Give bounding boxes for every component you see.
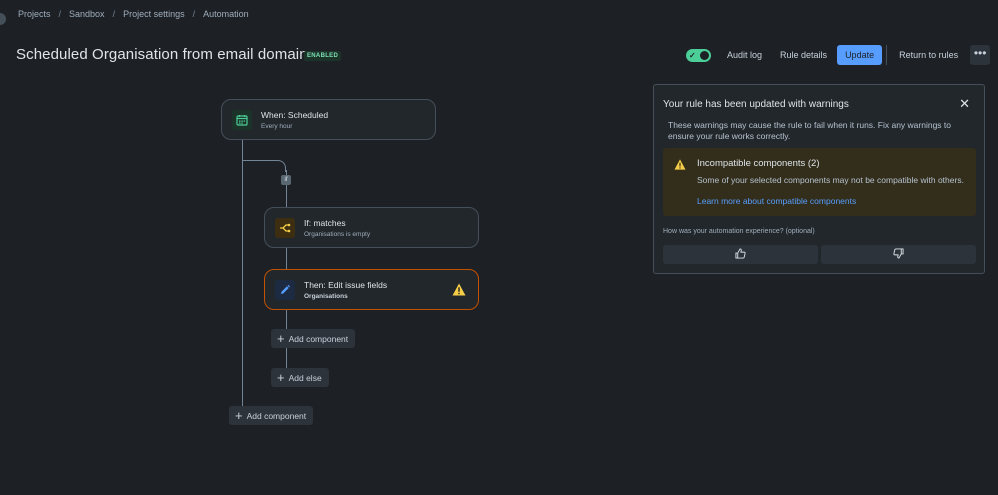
action-title: Then: Edit issue fields <box>304 279 388 290</box>
compatible-components-link[interactable]: Learn more about compatible components <box>697 196 856 206</box>
add-component-button[interactable]: + Add component <box>271 329 356 348</box>
trigger-title: When: Scheduled <box>261 109 329 120</box>
calendar-icon <box>232 109 252 130</box>
condition-subtitle: Organisations is empty <box>304 230 371 238</box>
warnings-panel-title: Your rule has been updated with warnings <box>663 99 849 110</box>
if-badge: if <box>281 175 291 185</box>
return-to-rules-button[interactable]: Return to rules <box>891 45 966 65</box>
condition-node[interactable]: If: matches Organisations is empty <box>264 207 479 248</box>
rule-enabled-toggle[interactable]: ✓ <box>686 48 711 62</box>
add-component-label: Add component <box>246 410 307 421</box>
pencil-icon <box>275 279 295 300</box>
toggle-knob <box>700 50 709 60</box>
connector-curve <box>274 160 286 172</box>
connector-line <box>242 140 243 416</box>
action-subtitle: Organisations <box>304 292 348 300</box>
update-button[interactable]: Update <box>837 45 883 65</box>
plus-icon: + <box>235 408 243 423</box>
close-icon[interactable]: ✕ <box>959 97 970 110</box>
add-else-label: Add else <box>288 372 322 383</box>
rule-canvas: if When: Scheduled Every hour If: matche… <box>0 0 640 495</box>
plus-icon: + <box>277 370 285 385</box>
trigger-node[interactable]: When: Scheduled Every hour <box>221 99 436 140</box>
incompatible-components-box: Incompatible components (2) Some of your… <box>663 148 976 216</box>
warnings-panel: Your rule has been updated with warnings… <box>653 84 985 274</box>
toolbar-divider <box>886 45 888 65</box>
thumbs-up-button[interactable] <box>663 245 818 264</box>
warnings-description: These warnings may cause the rule to fai… <box>668 120 951 141</box>
add-component-label: Add component <box>288 333 349 344</box>
more-options-button[interactable]: ••• <box>970 45 991 65</box>
trigger-subtitle: Every hour <box>261 122 293 130</box>
add-else-button[interactable]: + Add else <box>271 368 329 387</box>
thumbs-down-button[interactable] <box>821 245 976 264</box>
thumbs-up-icon <box>735 246 746 264</box>
incompatible-text: Some of your selected components may not… <box>697 175 964 185</box>
warning-icon <box>674 157 686 175</box>
incompatible-title: Incompatible components (2) <box>697 158 820 169</box>
connector-line <box>242 160 278 161</box>
feedback-question: How was your automation experience? (opt… <box>663 228 815 235</box>
toolbar: ✓ Audit log Rule details Update Return t… <box>686 45 991 65</box>
rule-details-button[interactable]: Rule details <box>772 45 835 65</box>
connector-line <box>286 247 287 269</box>
plus-icon: + <box>277 331 285 346</box>
branch-icon <box>275 217 295 238</box>
warning-icon <box>452 283 466 301</box>
condition-title: If: matches <box>304 217 346 228</box>
action-node[interactable]: Then: Edit issue fields Organisations <box>264 269 479 310</box>
audit-log-button[interactable]: Audit log <box>719 45 770 65</box>
thumbs-down-icon <box>893 246 904 264</box>
add-component-outer-button[interactable]: + Add component <box>229 406 314 425</box>
check-icon: ✓ <box>689 50 696 60</box>
